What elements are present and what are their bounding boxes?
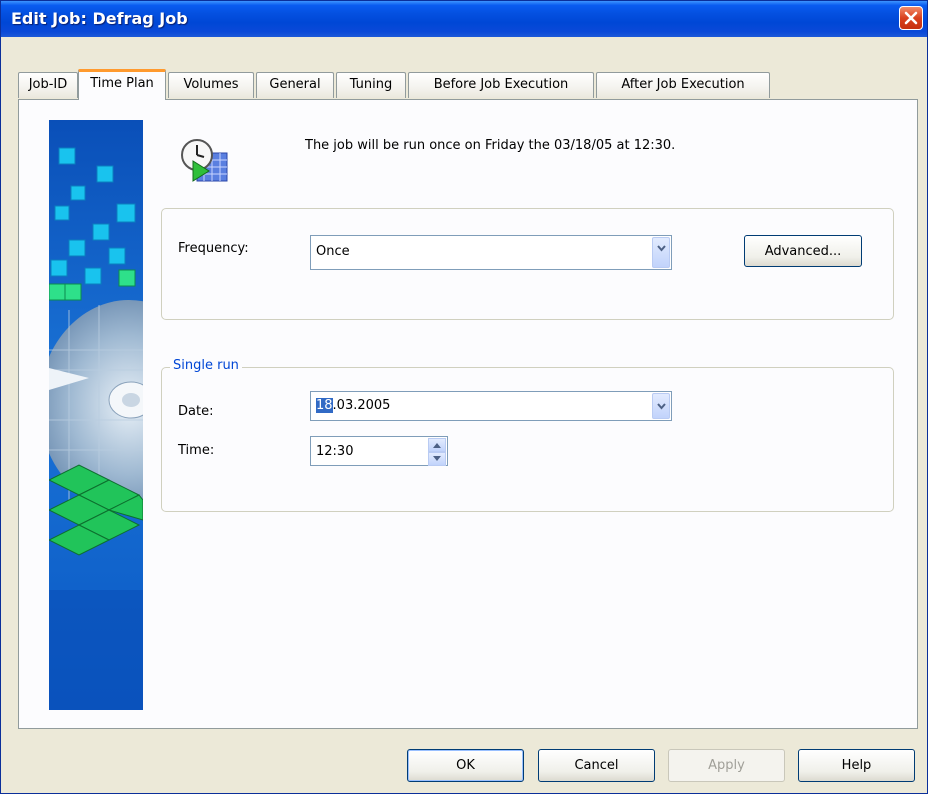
time-spin-up[interactable] xyxy=(428,438,446,452)
edit-job-dialog: Edit Job: Defrag Job Job-ID Time Plan Vo… xyxy=(0,0,928,794)
job-schedule-summary: The job will be run once on Friday the 0… xyxy=(305,138,676,153)
frequency-value: Once xyxy=(316,244,350,259)
time-spin-down[interactable] xyxy=(428,452,446,466)
tab-time-plan[interactable]: Time Plan xyxy=(78,69,166,100)
date-rest: .03.2005 xyxy=(332,398,391,413)
close-button[interactable] xyxy=(899,6,923,30)
date-value: 18.03.2005 xyxy=(316,398,390,413)
spin-down-icon xyxy=(433,456,441,461)
advanced-button[interactable]: Advanced... xyxy=(744,235,862,267)
apply-button[interactable]: Apply xyxy=(668,749,785,782)
tab-job-id[interactable]: Job-ID xyxy=(18,72,78,98)
time-plan-panel: The job will be run once on Friday the 0… xyxy=(18,99,918,729)
date-label: Date: xyxy=(178,404,214,419)
tab-after-job-execution[interactable]: After Job Execution xyxy=(596,72,770,98)
frequency-label: Frequency: xyxy=(178,241,249,256)
title-bar[interactable]: Edit Job: Defrag Job xyxy=(1,1,927,37)
single-run-group: Single run Date: 18.03.2005 Time: 12:30 xyxy=(161,358,894,512)
frequency-dropdown[interactable]: Once xyxy=(310,235,672,270)
help-button[interactable]: Help xyxy=(798,749,915,782)
window-title: Edit Job: Defrag Job xyxy=(11,9,188,28)
time-spinner[interactable]: 12:30 xyxy=(310,436,448,466)
side-banner-graphic xyxy=(49,120,143,710)
scheduler-clock-icon xyxy=(179,137,231,189)
tab-volumes[interactable]: Volumes xyxy=(168,72,254,98)
ok-button[interactable]: OK xyxy=(407,749,524,782)
date-dropdown-button[interactable] xyxy=(652,393,670,419)
dropdown-arrow-icon xyxy=(657,245,666,252)
tab-tuning[interactable]: Tuning xyxy=(336,72,406,98)
close-icon xyxy=(904,11,918,25)
cancel-button[interactable]: Cancel xyxy=(538,749,655,782)
date-picker[interactable]: 18.03.2005 xyxy=(310,391,672,421)
date-day-selected: 18 xyxy=(316,398,333,413)
frequency-group: Frequency: Once Advanced... xyxy=(161,208,894,320)
spin-up-icon xyxy=(433,443,441,448)
tab-general[interactable]: General xyxy=(256,72,334,98)
single-run-legend: Single run xyxy=(170,358,242,373)
tab-before-job-execution[interactable]: Before Job Execution xyxy=(408,72,594,98)
dropdown-arrow-icon xyxy=(657,403,666,410)
time-spin-buttons xyxy=(428,438,446,466)
time-label: Time: xyxy=(178,443,215,458)
frequency-dropdown-button[interactable] xyxy=(652,237,670,268)
time-value: 12:30 xyxy=(316,444,354,459)
